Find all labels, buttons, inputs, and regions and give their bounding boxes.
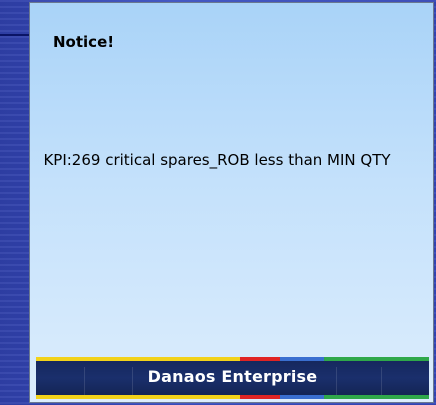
- green-stripe-bottom: [324, 395, 429, 399]
- notice-title: Notice!: [53, 33, 115, 51]
- yellow-stripe-bottom: [36, 395, 240, 399]
- brand-footer-banner: Danaos Enterprise: [36, 357, 429, 399]
- red-stripe-bottom: [240, 395, 280, 399]
- notice-message[interactable]: KPI:269 critical spares_ROB less than MI…: [33, 151, 401, 170]
- blue-stripe-bottom: [280, 395, 324, 399]
- notice-popup[interactable]: Notice! KPI:269 critical spares_ROB less…: [29, 2, 434, 403]
- brand-name: Danaos Enterprise: [147, 367, 318, 386]
